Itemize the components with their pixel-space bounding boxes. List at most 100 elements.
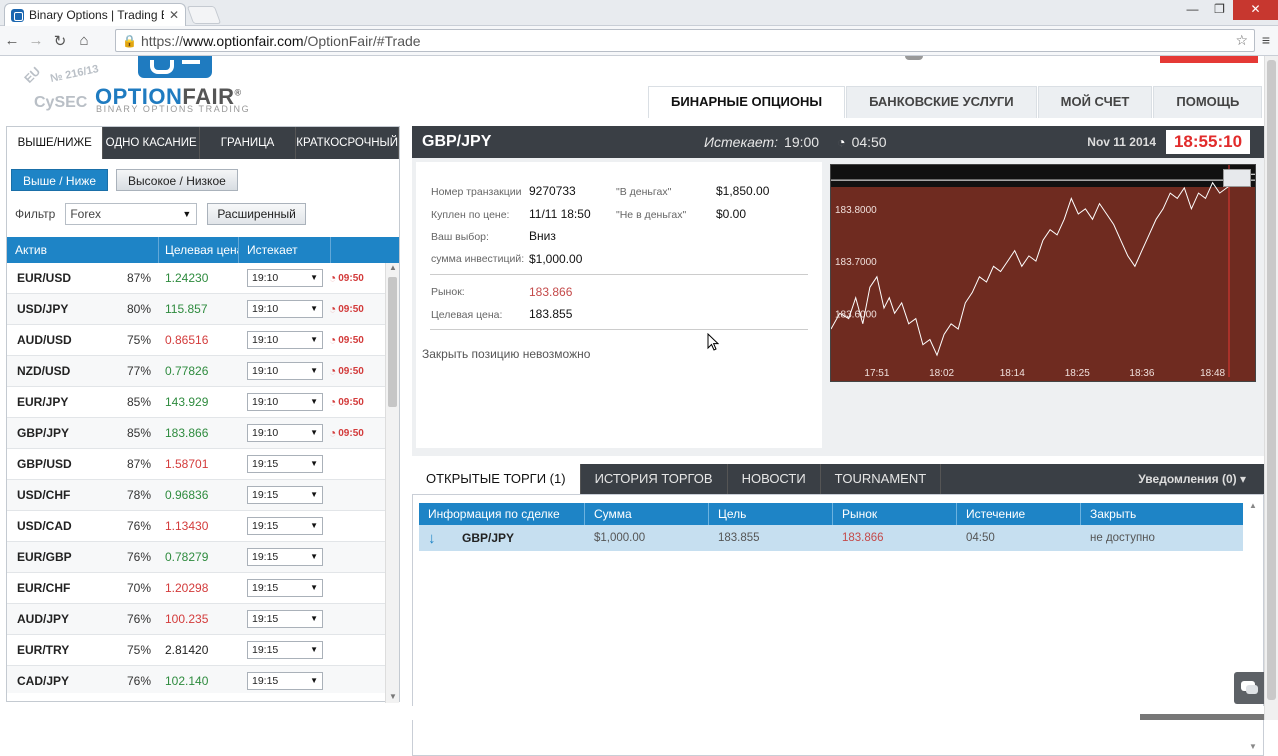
scroll-up-icon[interactable]: ▲ — [1249, 501, 1257, 510]
expiry-select[interactable]: 19:15 — [247, 517, 323, 535]
asset-row[interactable]: EUR/TRY 75% 2.81420 19:15 — [7, 635, 399, 666]
asset-row[interactable]: EUR/JPY85%143.92919:10◔09:50 — [7, 387, 399, 418]
open-trade-row[interactable]: ↓ GBP/JPY $1,000.00 183.855 183.866 04:5… — [419, 525, 1243, 551]
subtab-above-below[interactable]: Выше / Ниже — [11, 169, 109, 191]
market-label: Рынок: — [431, 286, 465, 298]
expiry-select[interactable]: 19:15 — [247, 610, 323, 628]
home-icon[interactable]: ⌂ — [72, 32, 96, 49]
expiry-select[interactable]: 19:15 — [247, 641, 323, 659]
address-bar[interactable]: 🔒 https://www.optionfair.com/OptionFair/… — [115, 29, 1255, 52]
asset-name: EUR/USD — [17, 271, 72, 285]
browser-menu-icon[interactable]: ≡ — [1262, 32, 1270, 48]
asset-row[interactable]: AUD/JPY 76% 100.235 19:15 — [7, 604, 399, 635]
scroll-thumb[interactable] — [388, 277, 397, 407]
tab-boundary[interactable]: ГРАНИЦА — [200, 127, 297, 159]
asset-rate: 0.96836 — [165, 488, 209, 502]
expiry-select[interactable]: 19:15 — [247, 455, 323, 473]
asset-rate: 143.929 — [165, 395, 209, 409]
expiry-select[interactable]: 19:15 — [247, 548, 323, 566]
expiry-select[interactable]: 19:15 — [247, 672, 323, 690]
nav-my-account[interactable]: МОЙ СЧЕТ — [1037, 86, 1153, 118]
close-window-button[interactable]: ✕ — [1233, 0, 1278, 20]
lock-warning-icon[interactable]: 🔒 — [122, 34, 137, 48]
asset-payout: 85% — [126, 395, 151, 409]
countdown-clock-icon: ◔ — [837, 134, 846, 150]
expiry-select[interactable]: 19:10 — [247, 424, 323, 442]
scroll-up-icon[interactable]: ▲ — [389, 263, 397, 272]
asset-payout: 85% — [126, 426, 151, 440]
filter-select[interactable]: Forex — [65, 203, 198, 225]
maximize-button[interactable]: ❐ — [1206, 0, 1233, 20]
tab-open-trades[interactable]: ОТКРЫТЫЕ ТОРГИ (1) — [412, 464, 581, 494]
chart-series-line — [831, 173, 1255, 357]
scroll-down-icon[interactable]: ▼ — [1249, 742, 1257, 751]
chart-xtick: 18:36 — [1129, 368, 1154, 379]
expiry-select[interactable]: 19:10 — [247, 393, 323, 411]
trade-header: GBP/JPY Истекает: 19:00 ◔ 04:50 Nov 11 2… — [412, 126, 1264, 158]
minimize-button[interactable]: — — [1179, 0, 1206, 20]
asset-rate: 1.13430 — [165, 519, 209, 533]
subtab-high-low[interactable]: Высокое / Низкое — [116, 169, 238, 191]
nav-binary-options[interactable]: БИНАРНЫЕ ОПЦИОНЫ — [648, 86, 846, 118]
expiry-select[interactable]: 19:10 — [247, 269, 323, 287]
asset-row[interactable]: USD/JPY80%115.85719:10◔09:50 — [7, 294, 399, 325]
tab-short-term[interactable]: КРАТКОСРОЧНЫЙ — [296, 127, 400, 159]
tab-high-low[interactable]: ВЫШЕ/НИЖЕ — [7, 127, 104, 159]
asset-rate: 1.24230 — [165, 271, 209, 285]
page-scroll-thumb[interactable] — [1267, 60, 1276, 700]
tab-trade-history[interactable]: ИСТОРИЯ ТОРГОВ — [581, 464, 728, 494]
asset-row[interactable]: USD/CAD 76% 1.13430 19:15 — [7, 511, 399, 542]
asset-name: EUR/TRY — [17, 643, 70, 657]
asset-payout: 80% — [126, 302, 151, 316]
bottom-strip — [0, 706, 1264, 720]
asset-row[interactable]: EUR/CHF 70% 1.20298 19:15 — [7, 573, 399, 604]
browser-tab[interactable]: Binary Options | Trading B ✕ — [4, 3, 186, 26]
asset-row[interactable]: EUR/GBP 76% 0.78279 19:15 — [7, 542, 399, 573]
expiry-select[interactable]: 19:15 — [247, 579, 323, 597]
countdown-clock-icon: ◔ — [329, 426, 337, 440]
chart-image-icon[interactable] — [1223, 169, 1251, 187]
back-arrow-icon[interactable]: ← — [0, 32, 24, 49]
tab-one-touch[interactable]: ОДНО КАСАНИЕ — [103, 127, 200, 159]
notifications-dropdown[interactable]: Уведомления (0) ▾ — [1138, 472, 1246, 486]
asset-row[interactable]: GBP/JPY85%183.86619:10◔09:50 — [7, 418, 399, 449]
expiry-select[interactable]: 19:10 — [247, 300, 323, 318]
expiry-select[interactable]: 19:10 — [247, 331, 323, 349]
bookmark-star-icon[interactable]: ☆ — [1235, 32, 1248, 49]
header-red-bar[interactable] — [1160, 56, 1258, 63]
tab-news[interactable]: НОВОСТИ — [728, 464, 821, 494]
asset-row[interactable]: AUD/USD75%0.8651619:10◔09:50 — [7, 325, 399, 356]
col-expires: Истекает — [239, 237, 331, 263]
asset-expiry-cell: 19:15 — [239, 455, 325, 473]
asset-row[interactable]: CAD/JPY 76% 102.140 19:15 — [7, 666, 399, 693]
expiry-select[interactable]: 19:15 — [247, 486, 323, 504]
mouse-cursor-icon — [707, 333, 719, 351]
nav-banking[interactable]: БАНКОВСКИЕ УСЛУГИ — [846, 86, 1037, 118]
reload-icon[interactable]: ↻ — [48, 32, 72, 50]
asset-countdown: ◔ 09:50 — [325, 364, 385, 378]
asset-row[interactable]: EUR/USD87%1.2423019:10◔09:50 — [7, 263, 399, 294]
asset-row[interactable]: GBP/USD 87% 1.58701 19:15 — [7, 449, 399, 480]
new-tab-button[interactable] — [186, 6, 222, 24]
asset-countdown: ◔ 09:50 — [325, 302, 385, 316]
nav-help[interactable]: ПОМОЩЬ — [1153, 86, 1263, 118]
countdown-value: 09:50 — [338, 427, 364, 439]
advanced-button[interactable]: Расширенный — [207, 203, 306, 225]
asset-name: USD/CHF — [17, 488, 71, 502]
forward-arrow-icon[interactable]: → — [24, 32, 48, 49]
tab-tournament[interactable]: TOURNAMENT — [821, 464, 942, 494]
asset-name: AUD/USD — [17, 333, 72, 347]
optionfair-logo-icon[interactable] — [138, 56, 212, 78]
scroll-down-icon[interactable]: ▼ — [389, 692, 397, 701]
asset-countdown: ◔ 09:50 — [325, 395, 385, 409]
filter-label: Фильтр — [15, 207, 56, 221]
asset-row[interactable]: USD/CHF 78% 0.96836 19:15 — [7, 480, 399, 511]
trade-info: Номер транзакции 9270733 "В деньгах" $1,… — [416, 162, 822, 448]
page-scrollbar[interactable] — [1264, 56, 1278, 720]
chat-icon[interactable] — [1234, 672, 1264, 704]
asset-row[interactable]: NZD/USD77%0.7782619:10◔09:50 — [7, 356, 399, 387]
otm-value: $0.00 — [716, 207, 747, 221]
asset-scrollbar[interactable]: ▲ ▼ — [385, 263, 399, 703]
expiry-select[interactable]: 19:10 — [247, 362, 323, 380]
tab-close-icon[interactable]: ✕ — [169, 8, 179, 22]
